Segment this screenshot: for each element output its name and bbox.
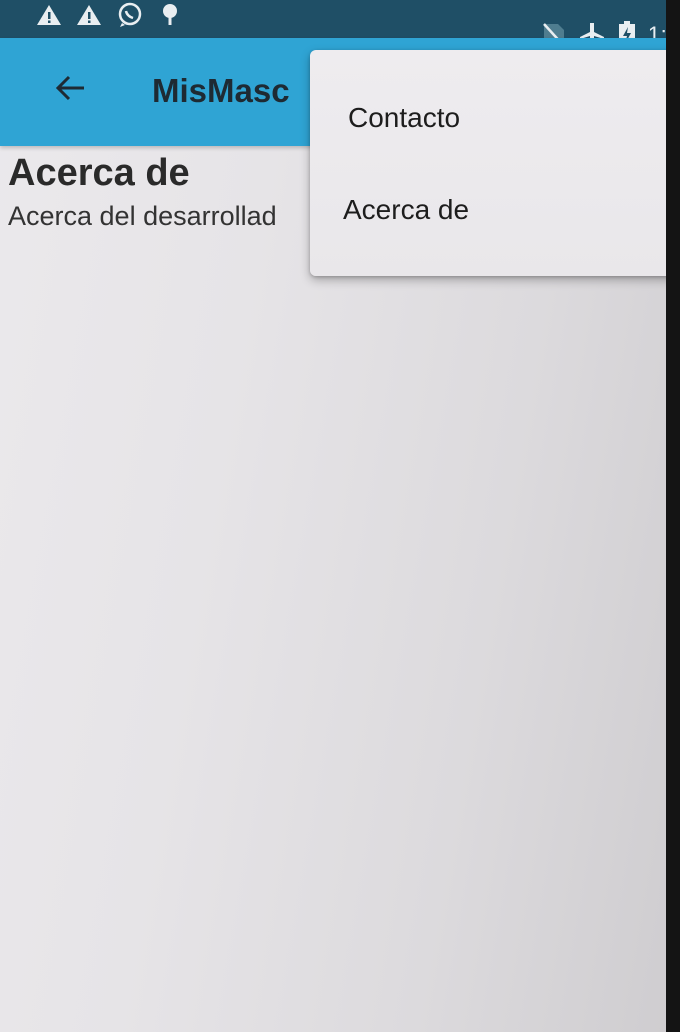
menu-item-acerca-de[interactable]: Acerca de (310, 164, 668, 256)
overflow-menu: Contacto Acerca de (310, 50, 668, 276)
menu-item-contacto[interactable]: Contacto (310, 72, 668, 164)
android-debug-icon (158, 2, 182, 28)
whatsapp-icon (116, 1, 144, 29)
menu-item-label: Contacto (348, 102, 461, 133)
back-button[interactable] (50, 68, 90, 108)
warning-icon (36, 4, 62, 26)
arrow-back-icon (54, 74, 86, 102)
device-bezel (666, 0, 680, 1032)
status-bar: 1:1 (0, 0, 668, 48)
app-title: MisMasc (152, 72, 290, 109)
notification-icons (36, 0, 182, 30)
app-screen: 1:1 MisMasc Acerca de Acerca del desarro… (0, 0, 668, 1032)
warning-icon (76, 4, 102, 26)
menu-item-label: Acerca de (343, 194, 470, 225)
